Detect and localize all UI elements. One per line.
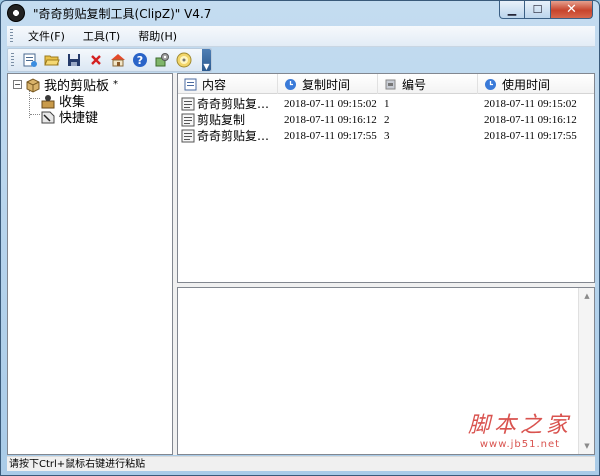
scroll-down-button[interactable]: ▼ [579,438,595,454]
list-column-icon [184,78,197,90]
clock-column-icon [285,78,296,90]
status-text: 请按下Ctrl+鼠标右键进行粘贴 [9,459,146,470]
save-button[interactable] [64,50,84,70]
settings-button[interactable] [152,50,172,70]
toolbar: ? ▼ [7,48,212,72]
cell-content: 奇奇剪贴复制工具 [181,96,275,112]
column-label-number: 编号 [402,77,427,92]
document-icon [181,97,195,111]
open-folder-button[interactable] [42,50,62,70]
save-icon [68,54,80,66]
cell-copy-time: 2018-07-11 09:16:12 [284,114,377,126]
hotkey-book-icon [41,111,55,123]
tree-connector [30,98,40,99]
list-header: 内容 复制时间 编号 使用时间 [178,74,594,94]
settings-icon [155,53,169,67]
watermark-url-text: www.jb51.net [479,439,561,450]
column-label-copy-time: 复制时间 [302,77,351,92]
new-clip-icon [23,53,37,67]
tree-connector [30,114,40,115]
cell-number: 2 [384,114,390,126]
preview-scrollbar[interactable]: ▲ ▼ [578,288,594,454]
cell-number: 3 [384,130,390,142]
toolbar-grip-icon[interactable] [11,53,14,67]
tree-modified-marker: * [113,79,119,90]
tree-node-hotkeys[interactable]: 快捷键 [40,107,98,126]
minimize-button[interactable]: ▁ [499,1,525,19]
help-button[interactable]: ? [130,50,150,70]
tree-collapse-toggle[interactable]: − [13,80,22,89]
column-header-copy-time[interactable]: 复制时间 [278,74,378,94]
help-icon: ? [133,53,147,67]
cell-use-time: 2018-07-11 09:17:55 [484,130,577,142]
watermark-logo: 脚本之家 www.jb51.net [468,407,572,450]
maximize-button[interactable]: ☐ [525,1,551,19]
title-bar[interactable]: "奇奇剪贴复制工具(ClipZ)" V4.7 ▁ ☐ ✕ [1,1,599,25]
app-window: "奇奇剪贴复制工具(ClipZ)" V4.7 ▁ ☐ ✕ 文件(F) 工具(T)… [0,0,600,476]
preview-pane[interactable]: ▲ ▼ 脚本之家 www.jb51.net [177,287,595,455]
delete-icon [91,55,101,65]
cell-content: 奇奇剪贴复制工具 [181,128,275,144]
menu-file[interactable]: 文件(F) [19,28,74,44]
cell-use-time: 2018-07-11 09:15:02 [484,98,577,110]
cell-content: 剪贴复制 [181,112,275,128]
menu-help[interactable]: 帮助(H) [129,28,186,44]
table-row[interactable]: 奇奇剪贴复制工具 2018-07-11 09:15:02 1 2018-07-1… [178,96,594,112]
cell-number: 1 [384,98,390,110]
cell-copy-time: 2018-07-11 09:17:55 [284,130,377,142]
menu-bar: 文件(F) 工具(T) 帮助(H) [7,26,595,47]
new-clip-button[interactable] [20,50,40,70]
svg-text:?: ? [137,54,143,67]
document-icon [181,129,195,143]
disc-button[interactable] [174,50,194,70]
caption-buttons: ▁ ☐ ✕ [499,1,593,19]
menu-grip-icon[interactable] [10,29,13,43]
scroll-up-button[interactable]: ▲ [579,288,595,304]
open-folder-icon [44,55,60,66]
table-row[interactable]: 剪贴复制 2018-07-11 09:16:12 2 2018-07-11 09… [178,112,594,128]
column-header-number[interactable]: 编号 [378,74,478,94]
column-header-use-time[interactable]: 使用时间 [478,74,594,94]
home-button[interactable] [108,50,128,70]
document-icon [181,113,195,127]
clock-column-icon [485,78,496,90]
watermark-main-text: 脚本之家 [467,413,572,438]
close-button[interactable]: ✕ [551,1,593,19]
clipboard-tree[interactable]: − 我的剪贴板 * 收集 快捷键 [7,73,173,455]
status-bar: 请按下Ctrl+鼠标右键进行粘贴 [7,456,595,471]
number-column-icon [385,79,396,89]
menu-tools[interactable]: 工具(T) [74,28,129,44]
table-row[interactable]: 奇奇剪贴复制工具 2018-07-11 09:17:55 3 2018-07-1… [178,128,594,144]
home-icon [111,54,125,67]
column-header-content[interactable]: 内容 [178,74,278,94]
delete-button[interactable] [86,50,106,70]
cell-use-time: 2018-07-11 09:16:12 [484,114,577,126]
clip-list[interactable]: 内容 复制时间 编号 使用时间 奇奇剪贴复制 2018-07-11 09:15:… [177,73,595,283]
disc-icon [176,52,192,68]
window-title: "奇奇剪贴复制工具(ClipZ)" V4.7 [33,7,212,21]
app-disc-icon[interactable] [7,4,25,22]
cell-copy-time: 2018-07-11 09:15:02 [284,98,377,110]
client-area: − 我的剪贴板 * 收集 快捷键 内容 复制时间 编号 使用时间 奇奇剪贴复制 … [7,73,595,455]
clipboard-box-icon [26,77,40,93]
column-label-content: 内容 [202,77,227,92]
toolbar-overflow-button[interactable]: ▼ [202,49,211,71]
tree-label-hotkeys: 快捷键 [59,111,99,126]
column-label-use-time: 使用时间 [502,77,551,92]
